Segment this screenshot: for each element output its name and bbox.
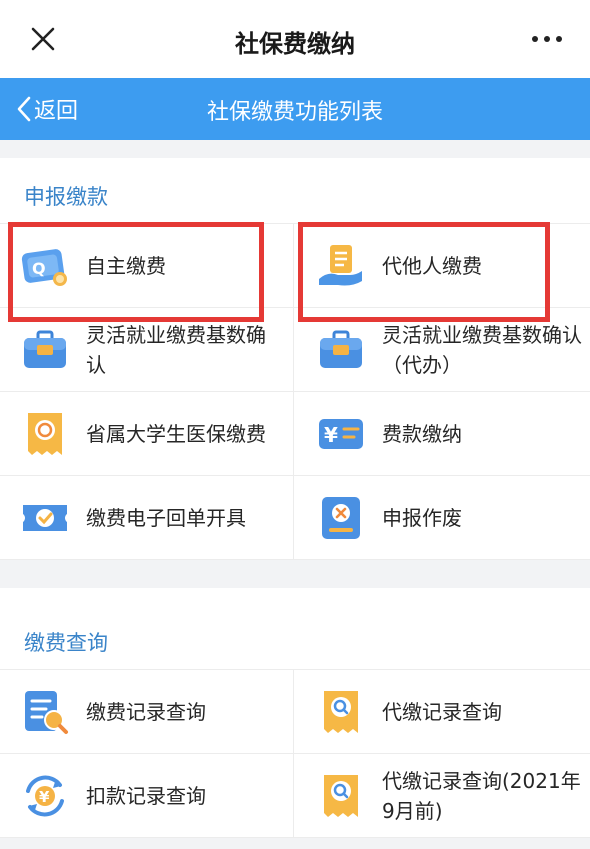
menu-item-label: 费款缴纳 [382, 421, 462, 446]
menu-item-pay-for-others[interactable]: 代他人缴费 [294, 224, 590, 308]
menu-item-student-medical[interactable]: 省属大学生医保缴费 [0, 392, 294, 476]
receipt-search-icon [324, 690, 358, 733]
menu-item-flex-base-confirm[interactable]: 灵活就业缴费基数确认 [0, 308, 294, 392]
menu-item-agent-record-query[interactable]: 代缴记录查询 [294, 670, 590, 754]
menu-item-flex-base-confirm-agent[interactable]: 灵活就业缴费基数确认（代办） [294, 308, 590, 392]
menu-item-label: 灵活就业缴费基数确认 [86, 322, 266, 377]
nav-bar: 返回 社保缴费功能列表 [0, 78, 590, 140]
section-payment-query: 缴费查询 缴费记录查询 代缴记录查询 ¥ 扣款记录查询 代缴记录查询(2021年… [0, 588, 590, 838]
menu-item-e-receipt[interactable]: 缴费电子回单开具 [0, 476, 294, 560]
menu-item-label: 代缴记录查询 [382, 699, 502, 724]
menu-item-agent-record-query-before-2021-09[interactable]: 代缴记录查询(2021年9月前) [294, 754, 590, 838]
app-header: 社保费缴纳 [0, 0, 590, 78]
menu-item-label: 自主缴费 [86, 253, 166, 278]
yuan-refresh-icon: ¥ [26, 775, 64, 816]
briefcase-icon [320, 330, 362, 368]
menu-item-void-declaration[interactable]: 申报作废 [294, 476, 590, 560]
svg-text:¥: ¥ [39, 788, 50, 806]
app-title: 社保费缴纳 [235, 30, 355, 58]
menu-item-label: 灵活就业缴费基数确认（代办） [382, 322, 582, 377]
menu-item-label: 缴费记录查询 [86, 699, 206, 724]
svg-text:¥: ¥ [324, 423, 338, 447]
card-pay-icon: Q [21, 248, 67, 286]
page-title: 社保缴费功能列表 [206, 100, 383, 125]
more-icon[interactable] [530, 32, 564, 46]
yuan-card-icon: ¥ [319, 418, 363, 449]
svg-text:Q: Q [32, 259, 46, 278]
section-heading: 缴费查询 [0, 588, 590, 670]
menu-item-label: 申报作废 [382, 505, 462, 530]
ticket-check-icon [23, 504, 67, 531]
menu-item-payment-record-query[interactable]: 缴费记录查询 [0, 670, 294, 754]
section-heading: 申报缴款 [0, 158, 590, 224]
void-doc-icon [322, 496, 360, 539]
menu-item-deduction-record-query[interactable]: ¥ 扣款记录查询 [0, 754, 294, 838]
record-search-icon [25, 690, 68, 734]
menu-item-label: 代缴记录查询(2021年9月前) [382, 768, 581, 823]
menu-item-label: 缴费电子回单开具 [86, 505, 246, 530]
receipt-hand-icon [319, 244, 362, 285]
menu-item-fee-payment[interactable]: ¥ 费款缴纳 [294, 392, 590, 476]
section-declare-pay: 申报缴款 Q 自主缴费 代他人缴费 灵活就业缴费基数确认 灵活就业缴费基数确认（… [0, 158, 590, 560]
menu-item-label: 代他人缴费 [382, 253, 482, 278]
briefcase-icon [24, 330, 66, 368]
menu-item-self-pay[interactable]: Q 自主缴费 [0, 224, 294, 308]
menu-item-label: 省属大学生医保缴费 [86, 421, 266, 446]
menu-item-label: 扣款记录查询 [86, 783, 206, 808]
receipt-search-icon [324, 774, 358, 817]
medical-ticket-icon [28, 412, 62, 455]
